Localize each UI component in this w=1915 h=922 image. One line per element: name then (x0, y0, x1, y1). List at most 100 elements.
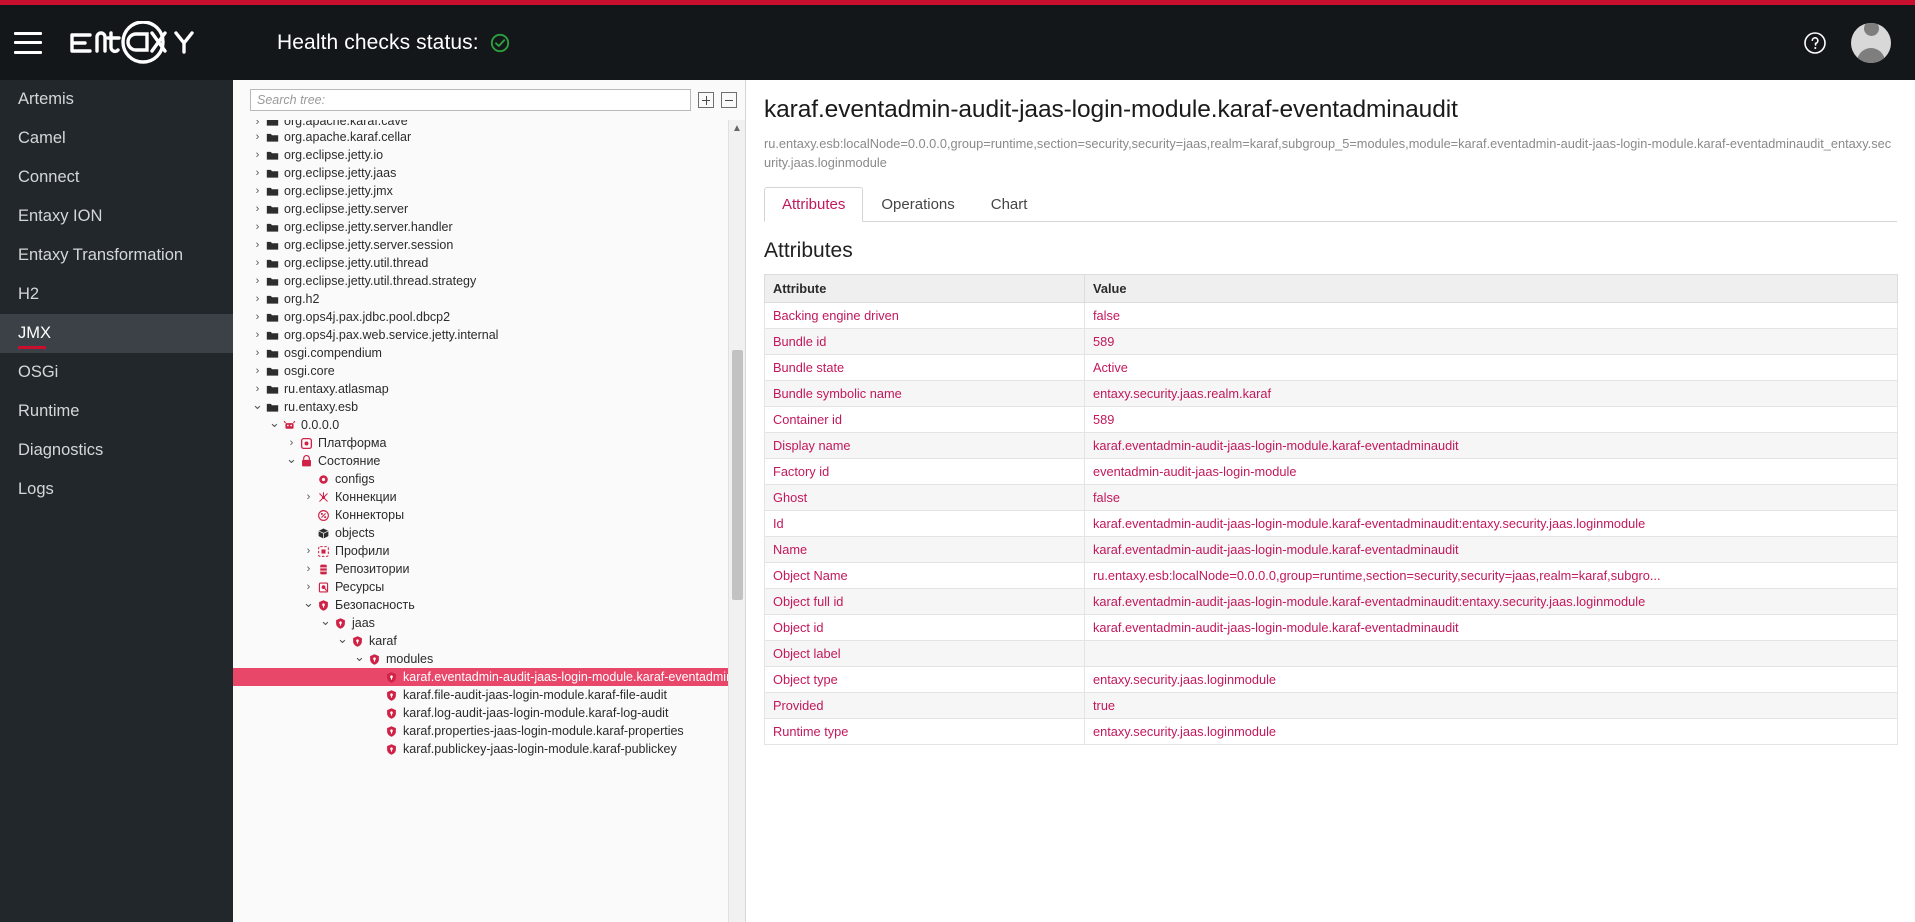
attribute-value-cell[interactable]: entaxy.security.jaas.realm.karaf (1084, 380, 1898, 407)
attribute-value-cell[interactable]: eventadmin-audit-jaas-login-module (1084, 458, 1898, 485)
tree-node-selected[interactable]: karaf.eventadmin-audit-jaas-login-module… (233, 668, 728, 686)
tree-node[interactable]: ⌄ Безопасность (233, 596, 728, 614)
table-row[interactable]: Object label (764, 640, 1898, 667)
table-row[interactable]: Ghost false (764, 484, 1898, 511)
attribute-name-cell[interactable]: Object Name (764, 562, 1085, 589)
attribute-value-cell[interactable]: entaxy.security.jaas.loginmodule (1084, 666, 1898, 693)
attribute-name-cell[interactable]: Backing engine driven (764, 302, 1085, 329)
table-row[interactable]: Object Name ru.entaxy.esb:localNode=0.0.0… (764, 562, 1898, 589)
chevron-right-icon[interactable]: › (251, 365, 264, 377)
attribute-value-cell[interactable]: entaxy.security.jaas.loginmodule (1084, 718, 1898, 745)
table-row[interactable]: Runtime type entaxy.security.jaas.loginmo… (764, 718, 1898, 745)
table-row[interactable]: Id karaf.eventadmin-audit-jaas-login-modu… (764, 510, 1898, 537)
chevron-right-icon[interactable]: › (251, 293, 264, 305)
table-row[interactable]: Object full id karaf.eventadmin-audit-jaa… (764, 588, 1898, 615)
tree-node[interactable]: ⌄ ru.entaxy.esb (233, 398, 728, 416)
chevron-right-icon[interactable]: › (251, 221, 264, 233)
check-circle-icon[interactable] (490, 33, 510, 53)
entaxy-logo[interactable] (64, 5, 219, 80)
tree-node[interactable]: › org.eclipse.jetty.jmx (233, 182, 728, 200)
tree-node[interactable]: karaf.properties-jaas-login-module.karaf… (233, 722, 728, 740)
attribute-value-cell[interactable]: 589 (1084, 406, 1898, 433)
tree-node[interactable]: › osgi.core (233, 362, 728, 380)
tree-node[interactable]: › Профили (233, 542, 728, 560)
tree-node[interactable]: › org.eclipse.jetty.util.thread (233, 254, 728, 272)
tree-node[interactable]: › org.eclipse.jetty.util.thread.strategy (233, 272, 728, 290)
attribute-value-cell[interactable]: karaf.eventadmin-audit-jaas-login-module… (1084, 588, 1898, 615)
attribute-name-cell[interactable]: Bundle state (764, 354, 1085, 381)
attribute-name-cell[interactable]: Name (764, 536, 1085, 563)
tree-scrollbar[interactable]: ▲ (728, 120, 745, 922)
search-input[interactable] (250, 89, 691, 111)
table-row[interactable]: Backing engine driven false (764, 302, 1898, 329)
attribute-name-cell[interactable]: Provided (764, 692, 1085, 719)
tree-node[interactable]: › osgi.compendium (233, 344, 728, 362)
attribute-name-cell[interactable]: Runtime type (764, 718, 1085, 745)
scroll-up-icon[interactable]: ▲ (729, 120, 745, 136)
chevron-right-icon[interactable]: › (302, 581, 315, 593)
tree-node[interactable]: karaf.log-audit-jaas-login-module.karaf-… (233, 704, 728, 722)
chevron-down-icon[interactable]: ⌄ (251, 398, 264, 411)
table-row[interactable]: Container id 589 (764, 406, 1898, 433)
tree-node[interactable]: › org.eclipse.jetty.jaas (233, 164, 728, 182)
attribute-name-cell[interactable]: Container id (764, 406, 1085, 433)
table-row[interactable]: Bundle symbolic name entaxy.security.jaas… (764, 380, 1898, 407)
chevron-down-icon[interactable]: ⌄ (353, 650, 366, 663)
attribute-name-cell[interactable]: Object label (764, 640, 1085, 667)
tab-chart[interactable]: Chart (973, 187, 1046, 222)
chevron-right-icon[interactable]: › (251, 149, 264, 161)
sidebar-item-camel[interactable]: Camel (0, 119, 233, 158)
tree-node[interactable]: › org.h2 (233, 290, 728, 308)
tree-node[interactable]: › org.eclipse.jetty.server.session (233, 236, 728, 254)
tree-node[interactable]: ⌄ 0.0.0.0 (233, 416, 728, 434)
attribute-value-cell[interactable]: ru.entaxy.esb:localNode=0.0.0.0,group=ru… (1084, 562, 1898, 589)
chevron-right-icon[interactable]: › (285, 437, 298, 449)
tree-node[interactable]: › Репозитории (233, 560, 728, 578)
attribute-name-cell[interactable]: Bundle symbolic name (764, 380, 1085, 407)
table-row[interactable]: Object id karaf.eventadmin-audit-jaas-log… (764, 614, 1898, 641)
tree-node[interactable]: › org.eclipse.jetty.server (233, 200, 728, 218)
table-row[interactable]: Object type entaxy.security.jaas.loginmod… (764, 666, 1898, 693)
sidebar-item-runtime[interactable]: Runtime (0, 392, 233, 431)
table-row[interactable]: Name karaf.eventadmin-audit-jaas-login-mo… (764, 536, 1898, 563)
sidebar-item-entaxy-ion[interactable]: Entaxy ION (0, 197, 233, 236)
attribute-name-cell[interactable]: Bundle id (764, 328, 1085, 355)
tree-node[interactable]: ⌄ jaas (233, 614, 728, 632)
tree-node[interactable]: Коннекторы (233, 506, 728, 524)
user-avatar-icon[interactable] (1851, 22, 1891, 63)
table-row[interactable]: Factory id eventadmin-audit-jaas-login-mo… (764, 458, 1898, 485)
table-row[interactable]: Provided true (764, 692, 1898, 719)
tree-node[interactable]: objects (233, 524, 728, 542)
chevron-right-icon[interactable]: › (251, 347, 264, 359)
hamburger-icon[interactable] (14, 31, 42, 54)
sidebar-item-h2[interactable]: H2 (0, 275, 233, 314)
chevron-down-icon[interactable]: ⌄ (268, 416, 281, 429)
tree-node[interactable]: › org.eclipse.jetty.io (233, 146, 728, 164)
tree-node[interactable]: › org.apache.karaf.cellar (233, 128, 728, 146)
attribute-name-cell[interactable]: Object full id (764, 588, 1085, 615)
tree-node[interactable]: karaf.file-audit-jaas-login-module.karaf… (233, 686, 728, 704)
tree-node[interactable]: › org.ops4j.pax.jdbc.pool.dbcp2 (233, 308, 728, 326)
tree-node[interactable]: › ru.entaxy.atlasmap (233, 380, 728, 398)
chevron-right-icon[interactable]: › (302, 491, 315, 503)
chevron-right-icon[interactable]: › (251, 167, 264, 179)
chevron-down-icon[interactable]: ⌄ (285, 452, 298, 465)
attribute-name-cell[interactable]: Object id (764, 614, 1085, 641)
chevron-down-icon[interactable]: ⌄ (319, 614, 332, 627)
tree-node[interactable]: › Ресурсы (233, 578, 728, 596)
chevron-right-icon[interactable]: › (251, 120, 264, 128)
tree-node[interactable]: › org.eclipse.jetty.server.handler (233, 218, 728, 236)
tree-node[interactable]: ⌄ Состояние (233, 452, 728, 470)
attribute-name-cell[interactable]: Ghost (764, 484, 1085, 511)
tree-node[interactable]: › Платформа (233, 434, 728, 452)
tree-scroll-area[interactable]: › org.apache.karaf.cave › org.apache.karaf.… (233, 120, 728, 922)
attribute-value-cell[interactable]: karaf.eventadmin-audit-jaas-login-module… (1084, 432, 1898, 459)
sidebar-item-logs[interactable]: Logs (0, 470, 233, 509)
attribute-value-cell[interactable]: Active (1084, 354, 1898, 381)
tab-operations[interactable]: Operations (863, 187, 972, 222)
expand-all-icon[interactable] (698, 92, 714, 108)
tree-node[interactable]: ⌄ karaf (233, 632, 728, 650)
tree-node[interactable]: › Коннекции (233, 488, 728, 506)
tree-node[interactable]: karaf.publickey-jaas-login-module.karaf-… (233, 740, 728, 758)
tree-node[interactable]: › org.ops4j.pax.web.service.jetty.interna… (233, 326, 728, 344)
